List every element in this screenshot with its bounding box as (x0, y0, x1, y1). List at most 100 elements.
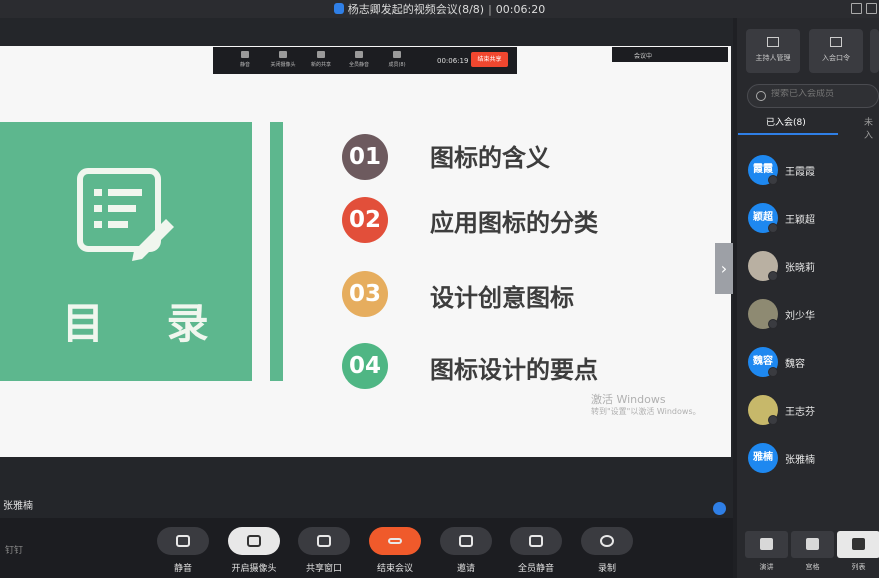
grid-view-label: 宫格 (805, 563, 820, 571)
toc-title: 目 录 (62, 299, 233, 348)
member-item[interactable]: 张晓莉 (748, 251, 879, 283)
share-window-button[interactable] (298, 527, 350, 555)
layout-tabs: 演讲 宫格 列表 (745, 531, 879, 578)
member-item[interactable]: 魏容 魏容 (748, 347, 879, 379)
muted-microphone-icon (768, 223, 778, 233)
window-title: 杨志卿发起的视频会议(8/8) | 00:06:20 (0, 1, 879, 17)
member-name: 王颖超 (785, 215, 815, 226)
member-name: 刘少华 (785, 311, 815, 322)
invite-icon (459, 535, 473, 547)
share-tool-label: 全员静音 (348, 62, 369, 68)
member-item[interactable]: 雅楠 张雅楠 (748, 443, 879, 475)
end-meeting-button[interactable] (369, 527, 421, 555)
meeting-password-button[interactable]: 入会口令 (809, 29, 863, 73)
meeting-timer: 00:06:20 (495, 3, 546, 16)
item-number-4: 04 (342, 343, 388, 389)
member-name: 王霞霞 (785, 167, 815, 178)
members-icon (393, 51, 401, 58)
mute-all-icon (355, 51, 363, 58)
document-edit-icon (77, 168, 174, 261)
member-search[interactable] (747, 84, 879, 108)
chevron-right-icon[interactable]: › (715, 243, 733, 294)
meeting-title: 杨志卿发起的视频会议(8/8) (347, 3, 485, 16)
tab-joined[interactable]: 已入会(8) (766, 115, 806, 128)
invite-label: 邀请 (456, 564, 475, 574)
pop-out-icon[interactable] (851, 3, 862, 14)
list-view-label: 列表 (851, 563, 866, 571)
speaker-view-label: 演讲 (759, 563, 774, 571)
meeting-status-dropdown[interactable]: 会议中 (612, 47, 728, 62)
share-tool-label: 静音 (239, 62, 250, 68)
invite-button[interactable] (440, 527, 492, 555)
member-item[interactable]: 刘少华 (748, 299, 879, 331)
mute-all-button[interactable] (510, 527, 562, 555)
title-separator: | (488, 3, 492, 16)
external-link-icon (830, 37, 842, 47)
end-meeting-label: 结束会议 (376, 564, 413, 574)
muted-microphone-icon (768, 319, 778, 329)
muted-microphone-icon (768, 367, 778, 377)
activation-watermark: 激活 Windows (591, 393, 666, 406)
host-management-label: 主持人管理 (755, 54, 791, 62)
speaker-view-button[interactable] (745, 531, 788, 558)
dingtalk-logo: 钉钉 (5, 546, 24, 556)
camera-icon (279, 51, 287, 58)
camera-off-icon (247, 535, 261, 547)
share-tool-label: 关闭摄像头 (270, 62, 296, 68)
microphone-icon (176, 535, 190, 547)
mute-label: 静音 (173, 564, 192, 574)
member-item[interactable]: 霞霞 王霞霞 (748, 155, 879, 187)
speaker-name: 张雅楠 (3, 501, 33, 512)
list-view-button[interactable] (837, 531, 879, 558)
share-members-button[interactable]: 成员(8) (379, 51, 415, 68)
active-tab-indicator (738, 133, 838, 135)
camera-button[interactable] (228, 527, 280, 555)
share-new-button[interactable]: 新的共享 (303, 51, 339, 68)
member-name: 魏容 (785, 359, 805, 370)
stop-share-button[interactable]: 结束共享 (471, 52, 508, 67)
microphone-icon (241, 51, 249, 58)
member-name: 王志芬 (785, 407, 815, 418)
host-management-button[interactable]: 主持人管理 (746, 29, 800, 73)
muted-microphone-icon (768, 175, 778, 185)
hang-up-icon (388, 538, 402, 544)
fullscreen-icon[interactable] (866, 3, 877, 14)
record-icon (600, 535, 614, 547)
share-screen-icon (317, 51, 325, 58)
muted-microphone-icon (768, 271, 778, 281)
grid-view-icon (806, 538, 819, 550)
member-name: 张晓莉 (785, 263, 815, 274)
share-mute-all-button[interactable]: 全员静音 (341, 51, 377, 68)
record-button[interactable] (581, 527, 633, 555)
chat-icon[interactable] (713, 502, 726, 515)
mute-all-icon (529, 535, 543, 547)
activation-watermark-hint: 转到"设置"以激活 Windows。 (591, 407, 701, 416)
item-number-2: 02 (342, 197, 388, 243)
list-view-icon (852, 538, 865, 550)
member-name: 张雅楠 (785, 455, 815, 466)
title-bar: 杨志卿发起的视频会议(8/8) | 00:06:20 (0, 0, 879, 18)
search-input[interactable] (771, 89, 876, 99)
muted-microphone-icon (768, 415, 778, 425)
share-camera-button[interactable]: 关闭摄像头 (265, 51, 301, 68)
more-tools-button[interactable] (870, 29, 879, 73)
share-mute-button[interactable]: 静音 (227, 51, 263, 68)
camera-label: 开启摄像头 (231, 564, 277, 574)
item-number-1: 01 (342, 134, 388, 180)
share-tool-label: 成员(8) (388, 62, 406, 68)
meeting-status-label: 会议中 (634, 53, 653, 60)
divider-bar (270, 122, 283, 381)
mute-button[interactable] (157, 527, 209, 555)
speaker-view-icon (760, 538, 773, 550)
member-item[interactable]: 王志芬 (748, 395, 879, 427)
share-tool-label: 新的共享 (310, 62, 331, 68)
share-window-icon (317, 535, 331, 547)
grid-view-button[interactable] (791, 531, 834, 558)
avatar: 雅楠 (748, 443, 778, 473)
sliders-icon (767, 37, 779, 47)
tab-not-joined[interactable]: 未入 (864, 115, 879, 141)
member-item[interactable]: 颖超 王颖超 (748, 203, 879, 235)
share-timer: 00:06:19 (437, 57, 469, 65)
search-icon (756, 91, 766, 101)
item-text-4: 图标设计的要点 (430, 356, 598, 384)
